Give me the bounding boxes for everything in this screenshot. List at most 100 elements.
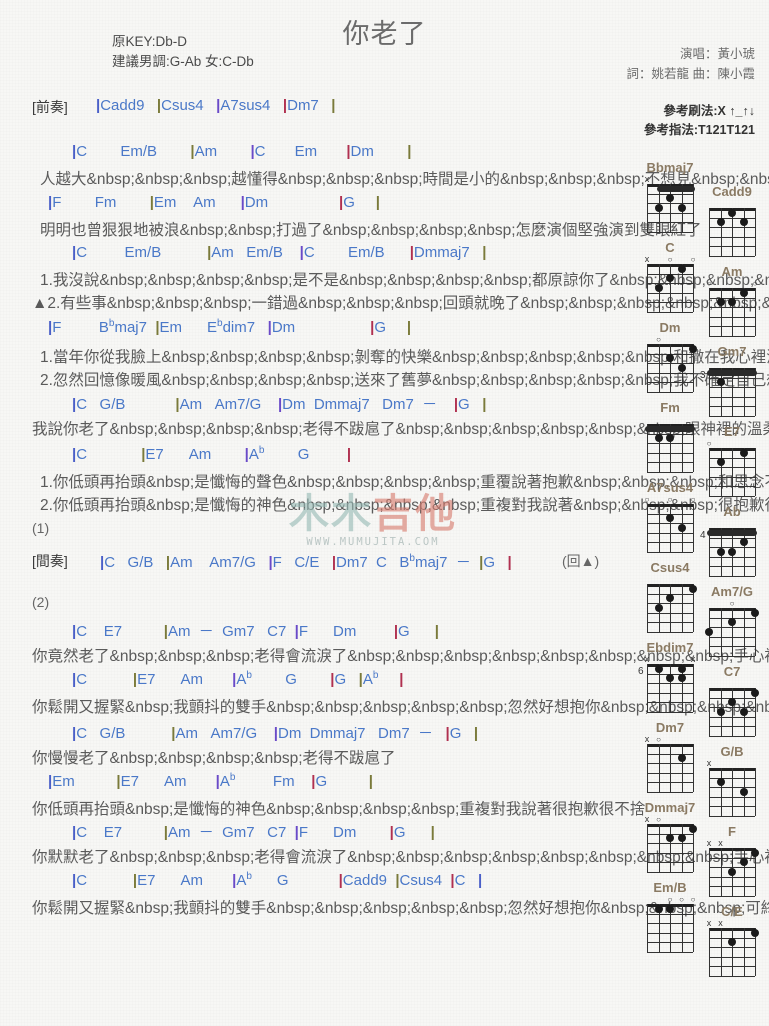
finger-dot	[751, 848, 759, 857]
finger-dot	[728, 698, 736, 707]
open-muted-markers: ○	[702, 599, 762, 608]
muted-string-marker: x	[644, 254, 650, 264]
string-line	[658, 824, 660, 872]
finger-dot	[739, 448, 748, 457]
barre-bar	[656, 185, 695, 192]
flat-symbol: b	[217, 318, 223, 329]
string-line	[732, 768, 733, 816]
open-string-marker: ○	[656, 815, 661, 824]
bar-separator: |	[479, 554, 484, 571]
string-line	[670, 824, 671, 872]
bar-separator: |	[72, 244, 77, 261]
bar-separator: |	[375, 194, 380, 211]
chord-diagram-name: G/B	[720, 744, 744, 759]
open-string-marker: ○	[690, 895, 696, 904]
open-muted-markers: x ○	[640, 815, 700, 825]
chord-diagram-name: Dm7	[655, 720, 685, 735]
chord-diagram-name: Gm7	[717, 344, 747, 359]
string-line	[732, 448, 733, 496]
bar-separator: |	[250, 143, 255, 160]
string-line	[743, 608, 745, 656]
open-muted-markers: xx	[702, 839, 762, 848]
finger-dot	[716, 378, 725, 387]
finger-dot	[739, 858, 748, 867]
string-line	[709, 848, 710, 896]
finger-dot	[666, 594, 674, 603]
finger-dot	[728, 618, 736, 627]
finger-dot	[666, 274, 674, 283]
bar-separator: |	[389, 824, 394, 841]
bar-separator: |	[450, 872, 455, 889]
open-string-marker: ○	[679, 895, 684, 904]
open-muted-markers: x ○	[640, 735, 700, 745]
string-line	[647, 744, 648, 792]
fretboard-grid	[709, 928, 759, 977]
string-line	[681, 744, 683, 792]
bar-separator: |	[156, 97, 162, 114]
bar-separator: |	[149, 194, 154, 211]
finger-dot	[666, 514, 674, 523]
open-muted-markers	[702, 359, 762, 368]
string-line	[732, 688, 733, 736]
string-line	[743, 208, 745, 256]
finger-dot	[677, 674, 686, 683]
chord-diagram-name: A7sus4	[646, 480, 694, 495]
open-muted-markers: ○ ○	[702, 279, 762, 288]
string-line	[720, 848, 722, 896]
chord-line: |C |E7 Am |Ab G |Cadd9 |Csus4 |C |	[72, 871, 483, 890]
flat-symbol: b	[229, 772, 236, 783]
string-line	[709, 688, 710, 736]
finger-dot	[751, 688, 759, 697]
bar-separator: |	[370, 319, 375, 336]
bar-separator: |	[311, 773, 316, 790]
fingering-reference: 參考指法:T121T121	[643, 123, 755, 137]
bar-separator: |	[132, 671, 138, 688]
fret-line	[709, 336, 755, 337]
chord-diagram-name: Ab	[723, 504, 741, 519]
fretboard-grid	[709, 448, 756, 497]
string-line	[658, 504, 660, 552]
open-string-marker: ○	[667, 895, 673, 904]
bar-separator: |	[331, 97, 336, 114]
flat-symbol: b	[246, 670, 252, 681]
flat-symbol: b	[246, 871, 252, 882]
string-line	[647, 184, 648, 232]
string-line	[720, 288, 722, 336]
string-line	[709, 288, 710, 336]
finger-dot	[716, 298, 725, 307]
bar-separator: |	[72, 725, 77, 742]
chord-diagram-name: C	[665, 240, 675, 255]
bar-separator: |	[244, 446, 249, 463]
bar-separator: |	[430, 824, 435, 841]
open-string-marker: ○	[644, 495, 650, 504]
chord-line: |C |E7 Am |Ab G |	[72, 445, 352, 464]
finger-dot	[666, 434, 674, 443]
bar-separator: |	[48, 773, 53, 790]
finger-dot	[751, 608, 759, 617]
bar-separator: |	[395, 872, 400, 889]
fret-line	[709, 896, 755, 897]
finger-dot	[716, 218, 725, 227]
starting-fret-number: 6	[638, 666, 644, 677]
flat-symbol: b	[372, 670, 379, 681]
chord-diagram-name: Am	[721, 264, 743, 279]
chord-line: |C Em/B |Am Em/B |C Em/B |Dmmaj7 |	[72, 244, 487, 261]
chord-line: |C G/B |Am Am7/G |Dm Dmmaj7 Dm7 － |G |	[72, 396, 487, 413]
chord-diagram-name: Bbmaj7	[646, 160, 694, 175]
chord-line: |Em |E7 Am |Ab Fm |G |	[48, 772, 373, 791]
open-string-marker: ○	[706, 279, 712, 288]
bar-separator: |	[267, 319, 272, 336]
string-line	[693, 264, 694, 312]
reference-playing-info: 參考刷法:X ↑_↑↓ 參考指法:T121T121	[644, 102, 755, 140]
finger-dot	[666, 354, 674, 363]
fret-line	[647, 792, 693, 793]
verse-mark-2: (2)	[32, 594, 50, 610]
bar-separator: |	[331, 554, 337, 571]
bar-separator: |	[155, 319, 160, 336]
fretboard-grid	[645, 424, 695, 473]
fretboard-grid	[647, 264, 694, 313]
string-line	[732, 288, 733, 336]
fret-line	[647, 712, 693, 713]
finger-dot	[666, 674, 674, 683]
bar-separator: |	[48, 194, 53, 211]
